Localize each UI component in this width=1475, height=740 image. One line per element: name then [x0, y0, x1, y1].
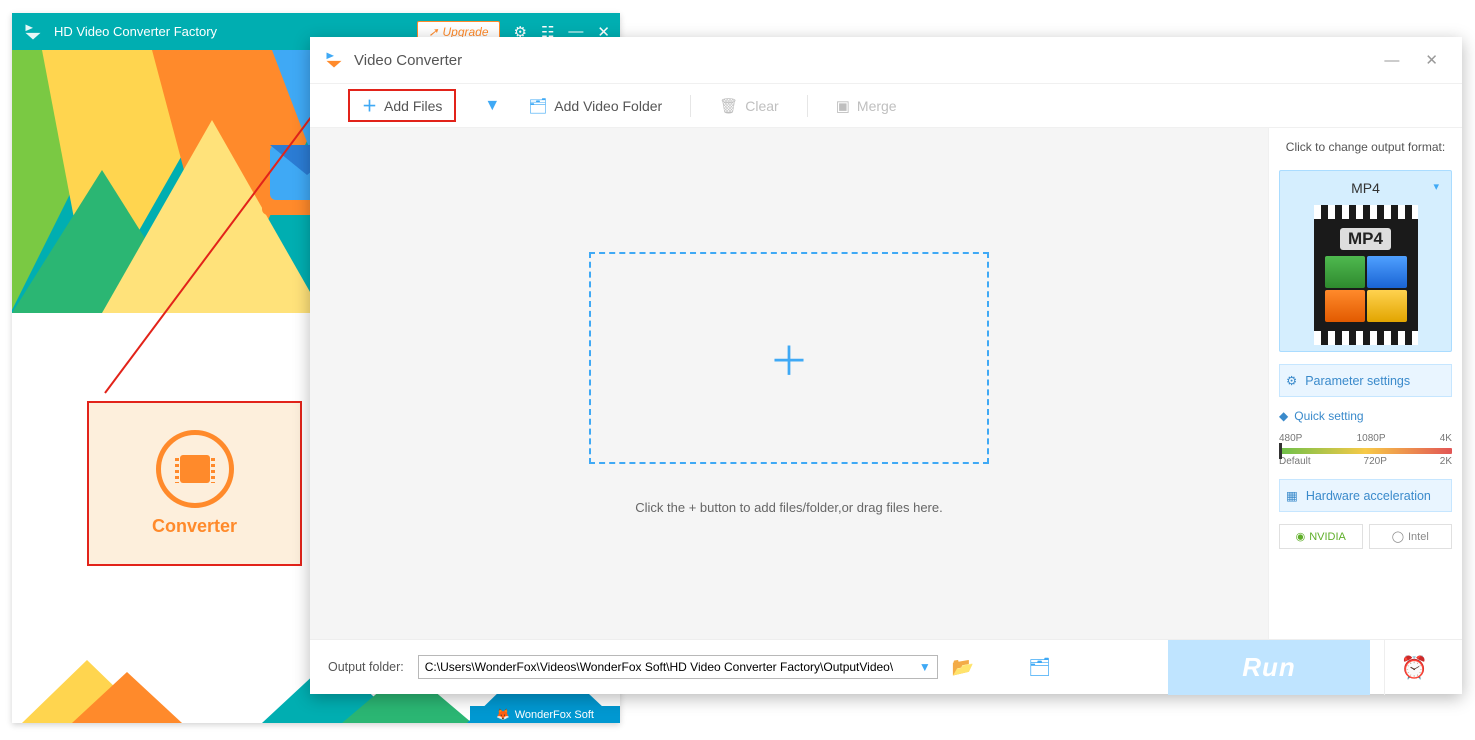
- wonderfox-brand: 🦊 WonderFox Soft: [470, 706, 620, 723]
- chip-icon: ▦: [1286, 488, 1298, 503]
- quick-setting-ticks-top: 480P 1080P 4K: [1279, 433, 1452, 444]
- folder-video-icon: 🗂: [528, 97, 547, 115]
- toolbar: ＋ Add Files ▼ 🗂 Add Video Folder 🗑 Clear…: [310, 84, 1462, 128]
- converter-tile[interactable]: Converter: [87, 401, 302, 566]
- toolbar-divider: [690, 95, 691, 117]
- output-folder-input[interactable]: C:\Users\WonderFox\Videos\WonderFox Soft…: [418, 655, 938, 679]
- tick-default: Default: [1279, 456, 1311, 467]
- side-panel: Click to change output format: MP4 MP4 ⚙…: [1268, 128, 1462, 639]
- converter-window: Video Converter — ✕ ＋ Add Files ▼ 🗂 Add …: [310, 37, 1462, 694]
- open-folder-icon[interactable]: 📂: [952, 657, 974, 678]
- converter-logo-icon: [324, 50, 344, 70]
- gpu-row: ◉ NVIDIA ◯ Intel: [1279, 524, 1452, 549]
- toolbar-divider: [807, 95, 808, 117]
- add-files-dropdown-icon[interactable]: ▼: [484, 97, 500, 115]
- output-format-card[interactable]: MP4 MP4: [1279, 170, 1452, 352]
- merge-label: Merge: [857, 98, 897, 114]
- output-folder-label: Output folder:: [328, 660, 404, 674]
- add-folder-label: Add Video Folder: [554, 98, 662, 114]
- add-folder-button[interactable]: 🗂 Add Video Folder: [528, 97, 662, 115]
- intel-label: Intel: [1408, 531, 1429, 543]
- nvidia-label: NVIDIA: [1309, 531, 1346, 543]
- output-format-name: MP4: [1286, 177, 1445, 199]
- converter-icon: [156, 430, 234, 508]
- hardware-acceleration-label: Hardware acceleration: [1306, 489, 1431, 503]
- clear-button[interactable]: 🗑 Clear: [719, 97, 779, 115]
- chevron-down-icon[interactable]: ▼: [919, 660, 931, 674]
- quick-setting-label: ◆ Quick setting: [1279, 409, 1452, 423]
- tick-2k: 2K: [1440, 456, 1452, 467]
- dropzone[interactable]: ＋: [589, 252, 989, 464]
- parameter-settings-button[interactable]: ⚙ Parameter settings: [1279, 364, 1452, 397]
- slider-thumb[interactable]: [1279, 443, 1282, 459]
- merge-icon: ▣: [836, 97, 850, 115]
- output-format-tag: MP4: [1340, 228, 1391, 250]
- fox-icon: 🦊: [496, 708, 510, 721]
- window-minimize-icon[interactable]: —: [1374, 48, 1409, 73]
- add-files-label: Add Files: [384, 98, 442, 114]
- output-format-thumbnail: MP4: [1314, 205, 1418, 345]
- quick-setting-ticks-bottom: Default 720P 2K: [1279, 456, 1452, 467]
- thumbnail-pics: [1325, 256, 1407, 322]
- quick-setting-text: Quick setting: [1294, 409, 1363, 423]
- parameter-settings-label: Parameter settings: [1305, 374, 1410, 388]
- converter-titlebar: Video Converter — ✕: [310, 37, 1462, 84]
- add-files-button[interactable]: ＋ Add Files: [348, 89, 456, 122]
- workspace: ＋ Click the + button to add files/folder…: [310, 128, 1268, 639]
- open-output-icon[interactable]: 🗂: [1028, 657, 1051, 678]
- sliders-icon: ⚙: [1286, 373, 1297, 388]
- nvidia-icon: ◉: [1296, 530, 1306, 543]
- launcher-title: HD Video Converter Factory: [54, 24, 217, 39]
- run-label: Run: [1242, 652, 1296, 683]
- quick-setting-slider[interactable]: [1279, 448, 1452, 454]
- run-button[interactable]: Run: [1168, 640, 1370, 695]
- quick-setting-block: ◆ Quick setting 480P 1080P 4K Default 72…: [1279, 409, 1452, 467]
- plus-icon: ＋: [362, 95, 377, 116]
- window-close-icon[interactable]: ✕: [1415, 47, 1448, 73]
- app-logo-icon: [22, 21, 44, 43]
- wonderfox-label: WonderFox Soft: [515, 709, 594, 721]
- dropzone-plus-icon: ＋: [769, 329, 809, 387]
- converter-label: Converter: [152, 516, 237, 537]
- quick-setting-icon: ◆: [1279, 409, 1288, 423]
- merge-button[interactable]: ▣ Merge: [836, 97, 897, 115]
- trash-icon: 🗑: [719, 97, 738, 115]
- clear-label: Clear: [745, 98, 778, 114]
- tick-480p: 480P: [1279, 433, 1302, 444]
- dropzone-hint: Click the + button to add files/folder,o…: [635, 500, 942, 515]
- intel-chip[interactable]: ◯ Intel: [1369, 524, 1453, 549]
- tick-720p: 720P: [1364, 456, 1387, 467]
- alarm-icon[interactable]: ⏰: [1384, 640, 1444, 695]
- output-folder-path: C:\Users\WonderFox\Videos\WonderFox Soft…: [425, 660, 893, 674]
- nvidia-chip[interactable]: ◉ NVIDIA: [1279, 524, 1363, 549]
- hardware-acceleration-button[interactable]: ▦ Hardware acceleration: [1279, 479, 1452, 512]
- intel-icon: ◯: [1392, 530, 1404, 543]
- tick-1080p: 1080P: [1357, 433, 1386, 444]
- converter-title: Video Converter: [354, 52, 462, 69]
- output-format-hint: Click to change output format:: [1279, 140, 1452, 154]
- footer: Output folder: C:\Users\WonderFox\Videos…: [310, 639, 1462, 694]
- tick-4k: 4K: [1440, 433, 1452, 444]
